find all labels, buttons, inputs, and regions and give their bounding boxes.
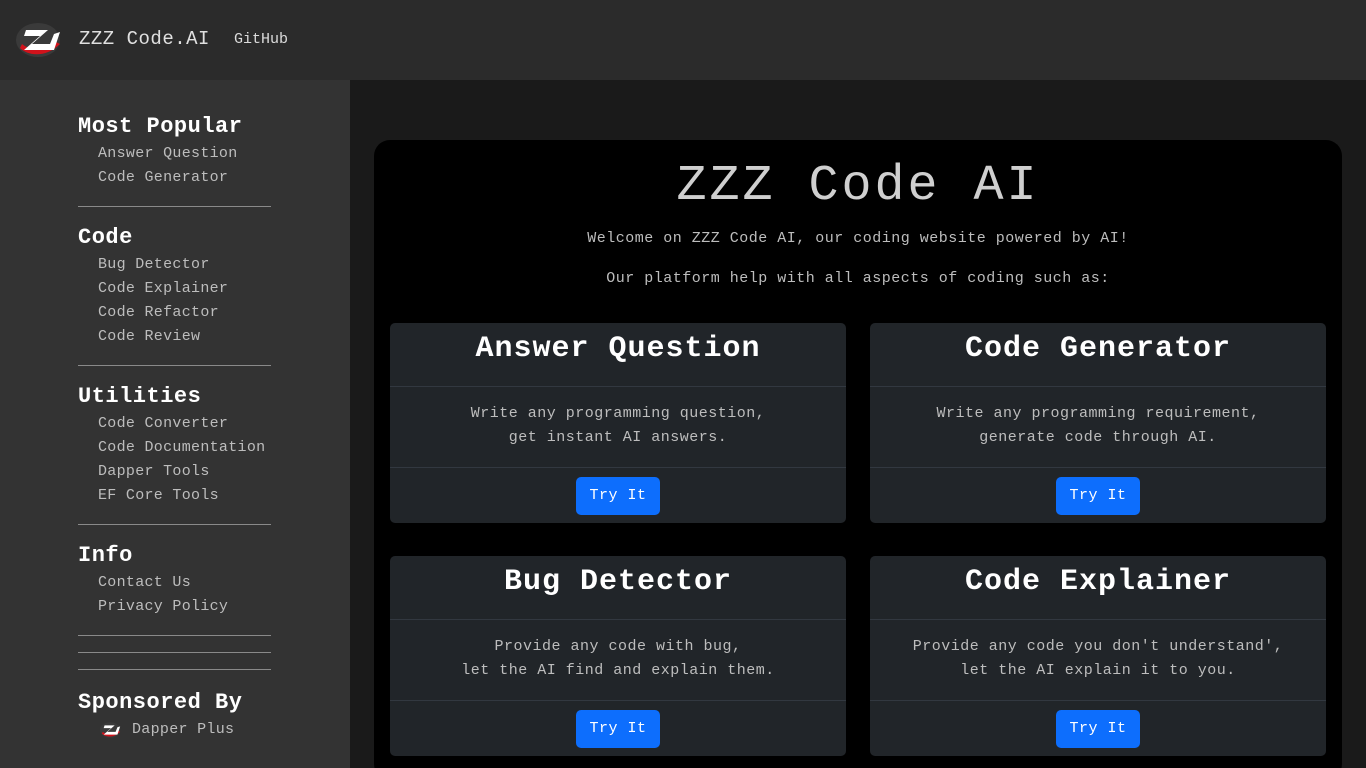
sidebar-item-dapper-tools[interactable]: Dapper Tools bbox=[98, 460, 271, 484]
try-it-button[interactable]: Try It bbox=[576, 709, 660, 748]
welcome-text: Welcome on ZZZ Code AI, our coding websi… bbox=[587, 230, 1129, 247]
card-code-explainer: Code Explainer Provide any code you don'… bbox=[870, 556, 1326, 756]
sidebar-section-info: Info Contact Us Privacy Policy bbox=[78, 541, 271, 619]
sidebar-item-code-refactor[interactable]: Code Refactor bbox=[98, 301, 271, 325]
dapper-plus-logo-icon bbox=[100, 722, 121, 738]
try-it-button[interactable]: Try It bbox=[1056, 476, 1140, 515]
sidebar-item-answer-question[interactable]: Answer Question bbox=[98, 142, 271, 166]
card-description-line: Provide any code you don't understand', bbox=[912, 638, 1284, 655]
card-title: Code Explainer bbox=[870, 556, 1326, 620]
card-description: Write any programming requirement, gener… bbox=[870, 387, 1326, 468]
sidebar-heading: Sponsored By bbox=[78, 690, 243, 715]
sidebar-section-utilities: Utilities Code Converter Code Documentat… bbox=[78, 382, 271, 508]
top-navbar: ZZZ Code.AI GitHub bbox=[0, 0, 1366, 80]
sidebar-item-privacy-policy[interactable]: Privacy Policy bbox=[98, 595, 271, 619]
sponsor-label[interactable]: Dapper Plus bbox=[132, 718, 234, 742]
brand-name[interactable]: ZZZ Code.AI bbox=[79, 28, 210, 50]
card-title: Bug Detector bbox=[390, 556, 846, 620]
try-it-button[interactable]: Try It bbox=[576, 476, 660, 515]
main-panel: ZZZ Code AI Welcome on ZZZ Code AI, our … bbox=[374, 140, 1342, 768]
intro-text: Our platform help with all aspects of co… bbox=[606, 270, 1110, 287]
sidebar-section-code: Code Bug Detector Code Explainer Code Re… bbox=[78, 223, 271, 349]
card-description: Write any programming question, get inst… bbox=[390, 387, 846, 468]
sidebar-item-code-explainer[interactable]: Code Explainer bbox=[98, 277, 271, 301]
sidebar-heading: Most Popular bbox=[78, 114, 243, 139]
sidebar-heading: Info bbox=[78, 543, 133, 568]
sidebar-heading: Utilities bbox=[78, 384, 202, 409]
card-description-line: generate code through AI. bbox=[979, 429, 1217, 446]
card-description: Provide any code with bug, let the AI fi… bbox=[390, 620, 846, 701]
sidebar-item-code-generator[interactable]: Code Generator bbox=[98, 166, 271, 190]
sidebar-item-ef-core-tools[interactable]: EF Core Tools bbox=[98, 484, 271, 508]
card-description-line: get instant AI answers. bbox=[508, 429, 728, 446]
card-title: Answer Question bbox=[390, 323, 846, 387]
card-description-line: let the AI find and explain them. bbox=[461, 662, 775, 679]
sidebar-heading: Code bbox=[78, 225, 133, 250]
sidebar-item-code-converter[interactable]: Code Converter bbox=[98, 412, 271, 436]
card-code-generator: Code Generator Write any programming req… bbox=[870, 323, 1326, 523]
sponsor-dapper-plus[interactable]: Dapper Plus bbox=[100, 718, 271, 742]
sidebar-section-most-popular: Most Popular Answer Question Code Genera… bbox=[78, 112, 271, 190]
card-answer-question: Answer Question Write any programming qu… bbox=[390, 323, 846, 523]
sidebar: Most Popular Answer Question Code Genera… bbox=[0, 80, 350, 768]
try-it-button[interactable]: Try It bbox=[1056, 709, 1140, 748]
card-description-line: Provide any code with bug, bbox=[494, 638, 742, 655]
card-description-line: let the AI explain it to you. bbox=[960, 662, 1236, 679]
github-link[interactable]: GitHub bbox=[234, 31, 288, 48]
sidebar-item-code-documentation[interactable]: Code Documentation bbox=[98, 436, 271, 460]
card-description: Provide any code you don't understand', … bbox=[870, 620, 1326, 701]
card-title: Code Generator bbox=[870, 323, 1326, 387]
card-description-line: Write any programming question, bbox=[470, 405, 766, 422]
zzz-logo-icon[interactable] bbox=[16, 22, 64, 58]
sidebar-item-contact-us[interactable]: Contact Us bbox=[98, 571, 271, 595]
page-title: ZZZ Code AI bbox=[676, 158, 1040, 215]
card-description-line: Write any programming requirement, bbox=[936, 405, 1260, 422]
sidebar-item-bug-detector[interactable]: Bug Detector bbox=[98, 253, 271, 277]
sidebar-item-code-review[interactable]: Code Review bbox=[98, 325, 271, 349]
card-bug-detector: Bug Detector Provide any code with bug, … bbox=[390, 556, 846, 756]
sidebar-section-sponsored: Sponsored By Dapper Plus bbox=[78, 688, 271, 742]
